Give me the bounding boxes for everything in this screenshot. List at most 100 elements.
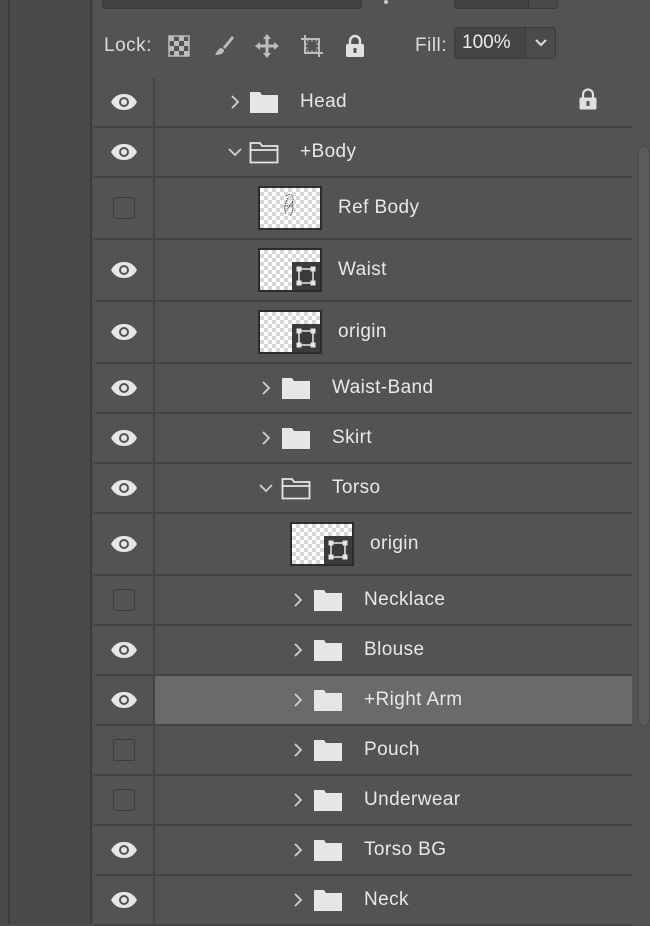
lock-artboard-icon[interactable] [299, 33, 325, 59]
eye-icon [110, 692, 137, 708]
layer-row[interactable]: origin [94, 302, 632, 364]
chevron-right-icon[interactable] [291, 893, 305, 907]
group-row[interactable]: Skirt [94, 414, 632, 464]
visibility-toggle[interactable] [94, 576, 155, 624]
group-row[interactable]: Head [94, 78, 632, 128]
layer-name[interactable]: Pouch [364, 739, 420, 761]
eye-icon [110, 262, 137, 278]
scrollbar-thumb[interactable] [638, 146, 650, 726]
visibility-toggle[interactable] [94, 776, 155, 824]
lock-image-pixels-brush-icon[interactable] [211, 33, 237, 59]
layer-row[interactable]: origin [94, 514, 632, 576]
layer-content[interactable]: Necklace [155, 576, 632, 624]
layer-name[interactable]: Head [300, 91, 347, 113]
chevron-right-icon[interactable] [291, 693, 305, 707]
sketch-preview [284, 194, 294, 217]
visibility-toggle[interactable] [94, 514, 155, 574]
layer-name[interactable]: origin [338, 321, 387, 343]
layers-panel: Lock: Fill: 100% Head +Body Ref Body Wai… [94, 0, 650, 926]
layer-name[interactable]: Torso BG [364, 839, 446, 861]
hidden-visibility-box [112, 789, 135, 811]
layer-name[interactable]: Torso [332, 477, 380, 499]
layer-content[interactable]: Blouse [155, 626, 632, 674]
layer-content[interactable]: origin [155, 514, 632, 574]
group-row[interactable]: +Body [94, 128, 632, 178]
layer-name[interactable]: +Right Arm [364, 689, 463, 711]
chevron-down-icon[interactable] [259, 481, 273, 495]
folder-icon [313, 638, 343, 662]
layer-name[interactable]: Underwear [364, 789, 461, 811]
visibility-toggle[interactable] [94, 676, 155, 724]
layer-content[interactable]: Waist-Band [155, 364, 632, 412]
chevron-right-icon[interactable] [291, 593, 305, 607]
layer-content[interactable]: Torso [155, 464, 632, 512]
visibility-toggle[interactable] [94, 364, 155, 412]
visibility-toggle[interactable] [94, 178, 155, 238]
chevron-right-icon[interactable] [291, 843, 305, 857]
chevron-right-icon[interactable] [259, 431, 273, 445]
group-row[interactable]: Necklace [94, 576, 632, 626]
visibility-toggle[interactable] [94, 876, 155, 924]
layer-name[interactable]: Ref Body [338, 197, 419, 219]
layers-list: Head +Body Ref Body Waist origin Waist-Band Sk… [94, 78, 632, 926]
layer-name[interactable]: Blouse [364, 639, 425, 661]
layer-name[interactable]: origin [370, 533, 419, 555]
layer-content[interactable]: Waist [155, 240, 632, 300]
eye-icon [110, 480, 137, 496]
group-row[interactable]: +Right Arm [94, 676, 632, 726]
lock-transparent-pixels-icon[interactable] [166, 33, 192, 59]
visibility-toggle[interactable] [94, 302, 155, 362]
left-panel-strip [0, 0, 92, 924]
layer-content[interactable]: +Body [155, 128, 632, 176]
layer-name[interactable]: Waist-Band [332, 377, 434, 399]
layer-content[interactable]: Pouch [155, 726, 632, 774]
layer-content[interactable]: Head [155, 78, 632, 126]
lock-position-move-icon[interactable] [254, 33, 280, 59]
visibility-toggle[interactable] [94, 464, 155, 512]
layer-content[interactable]: Ref Body [155, 178, 632, 238]
visibility-toggle[interactable] [94, 128, 155, 176]
blend-mode-select[interactable] [102, 0, 362, 9]
visibility-toggle[interactable] [94, 726, 155, 774]
layer-content[interactable]: Torso BG [155, 826, 632, 874]
group-row[interactable]: Torso BG [94, 826, 632, 876]
visibility-toggle[interactable] [94, 240, 155, 300]
group-row[interactable]: Pouch [94, 726, 632, 776]
fill-dropdown-button[interactable] [526, 27, 556, 59]
group-row[interactable]: Neck [94, 876, 632, 926]
visibility-toggle[interactable] [94, 78, 155, 126]
layer-name[interactable]: Waist [338, 259, 387, 281]
folder-open-icon [281, 476, 311, 500]
chevron-down-icon[interactable] [228, 145, 242, 159]
layer-name[interactable]: Skirt [332, 427, 372, 449]
visibility-toggle[interactable] [94, 626, 155, 674]
layer-content[interactable]: +Right Arm [155, 676, 632, 724]
layer-name[interactable]: Neck [364, 889, 409, 911]
layer-content[interactable]: Underwear [155, 776, 632, 824]
opacity-dropdown-button[interactable] [528, 0, 558, 9]
layer-content[interactable]: origin [155, 302, 632, 362]
group-row[interactable]: Underwear [94, 776, 632, 826]
lock-label: Lock: [104, 35, 152, 56]
layer-content[interactable]: Neck [155, 876, 632, 924]
layer-name[interactable]: Necklace [364, 589, 445, 611]
visibility-toggle[interactable] [94, 826, 155, 874]
layer-name[interactable]: +Body [300, 141, 356, 163]
scrollbar[interactable] [634, 146, 650, 924]
layer-content[interactable]: Skirt [155, 414, 632, 462]
eye-icon [110, 892, 137, 908]
visibility-toggle[interactable] [94, 414, 155, 462]
fill-input[interactable]: 100% [454, 27, 526, 59]
group-row[interactable]: Blouse [94, 626, 632, 676]
layer-row[interactable]: Ref Body [94, 178, 632, 240]
group-row[interactable]: Waist-Band [94, 364, 632, 414]
group-row[interactable]: Torso [94, 464, 632, 514]
chevron-right-icon[interactable] [291, 643, 305, 657]
layer-row[interactable]: Waist [94, 240, 632, 302]
chevron-right-icon[interactable] [291, 793, 305, 807]
chevron-right-icon[interactable] [259, 381, 273, 395]
opacity-input[interactable] [454, 0, 530, 9]
lock-all-padlock-icon[interactable] [342, 33, 368, 59]
chevron-right-icon[interactable] [228, 95, 242, 109]
chevron-right-icon[interactable] [291, 743, 305, 757]
